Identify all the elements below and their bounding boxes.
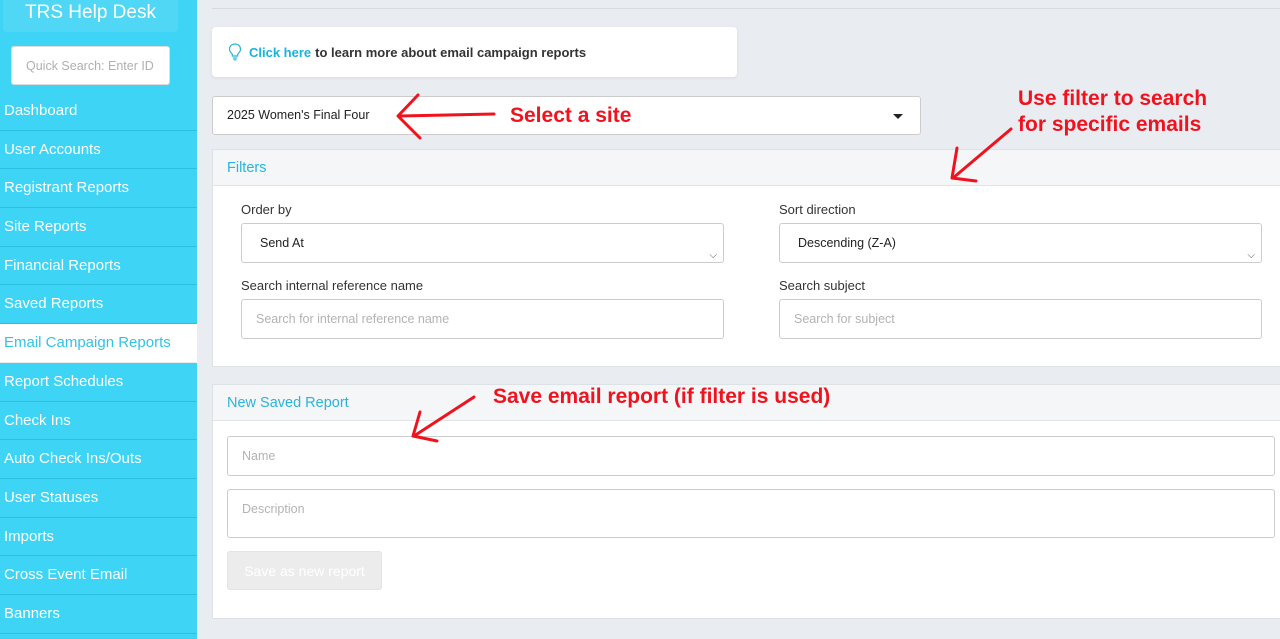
lightbulb-icon — [228, 43, 242, 61]
site-select-value: 2025 Women's Final Four — [227, 108, 370, 122]
subject-search-input[interactable] — [779, 299, 1262, 339]
report-description-input[interactable] — [227, 489, 1275, 538]
annotation-select-site: Select a site — [510, 104, 632, 127]
sidebar-item-report-schedules[interactable]: Report Schedules — [0, 362, 197, 402]
sidebar-item-dashboard[interactable]: Dashboard — [0, 92, 197, 131]
order-by-select[interactable]: Send At ⌵ — [241, 223, 724, 263]
order-by-value: Send At — [260, 236, 304, 250]
filters-panel: Filters Order by Send At ⌵ Sort directio… — [212, 149, 1280, 367]
chevron-down-icon: ⌵ — [709, 250, 717, 261]
brand-title[interactable]: TRS Help Desk — [3, 0, 178, 32]
order-by-label: Order by — [241, 202, 292, 217]
sidebar-item-site-reports[interactable]: Site Reports — [0, 208, 197, 247]
subject-label: Search subject — [779, 278, 865, 293]
learn-more-link[interactable]: Click here — [249, 45, 311, 60]
info-text: to learn more about email campaign repor… — [315, 44, 587, 60]
sort-direction-label: Sort direction — [779, 202, 856, 217]
sidebar-item-financial-reports[interactable]: Financial Reports — [0, 246, 197, 286]
annotation-filter-line1: Use filter to search — [1018, 87, 1208, 110]
info-banner: Click here to learn more about email cam… — [212, 27, 737, 77]
report-name-input[interactable] — [227, 436, 1275, 476]
sidebar: TRS Help Desk Dashboard User Accounts Re… — [0, 0, 197, 639]
top-divider — [212, 8, 1280, 9]
sidebar-nav: Dashboard User Accounts Registrant Repor… — [0, 92, 197, 634]
filters-title[interactable]: Filters — [213, 150, 1280, 186]
sidebar-item-user-accounts[interactable]: User Accounts — [0, 130, 197, 170]
internal-ref-label: Search internal reference name — [241, 278, 424, 293]
internal-ref-search-input[interactable] — [241, 299, 724, 339]
sidebar-item-imports[interactable]: Imports — [0, 517, 197, 557]
sidebar-item-email-campaign-reports[interactable]: Email Campaign Reports — [0, 324, 197, 363]
sidebar-item-saved-reports[interactable]: Saved Reports — [0, 285, 197, 325]
annotation-save-report: Save email report (if filter is used) — [493, 385, 831, 408]
annotation-filter-line2: for specific emails — [1018, 113, 1202, 136]
sidebar-item-cross-event-email[interactable]: Cross Event Email — [0, 556, 197, 595]
sort-direction-select[interactable]: Descending (Z-A) ⌵ — [779, 223, 1262, 263]
bottom-strip — [197, 630, 1280, 639]
quick-search-input[interactable] — [11, 46, 170, 85]
sidebar-item-banners[interactable]: Banners — [0, 594, 197, 634]
save-report-button[interactable]: Save as new report — [227, 551, 382, 590]
sidebar-item-check-ins[interactable]: Check Ins — [0, 401, 197, 441]
new-saved-report-panel: New Saved Report Save as new report — [212, 384, 1280, 619]
sidebar-item-auto-check-ins-outs[interactable]: Auto Check Ins/Outs — [0, 440, 197, 479]
caret-down-icon — [893, 114, 903, 119]
sort-direction-value: Descending (Z-A) — [798, 236, 896, 250]
sidebar-item-registrant-reports[interactable]: Registrant Reports — [0, 169, 197, 209]
chevron-down-icon: ⌵ — [1247, 250, 1255, 261]
sidebar-item-user-statuses[interactable]: User Statuses — [0, 478, 197, 518]
